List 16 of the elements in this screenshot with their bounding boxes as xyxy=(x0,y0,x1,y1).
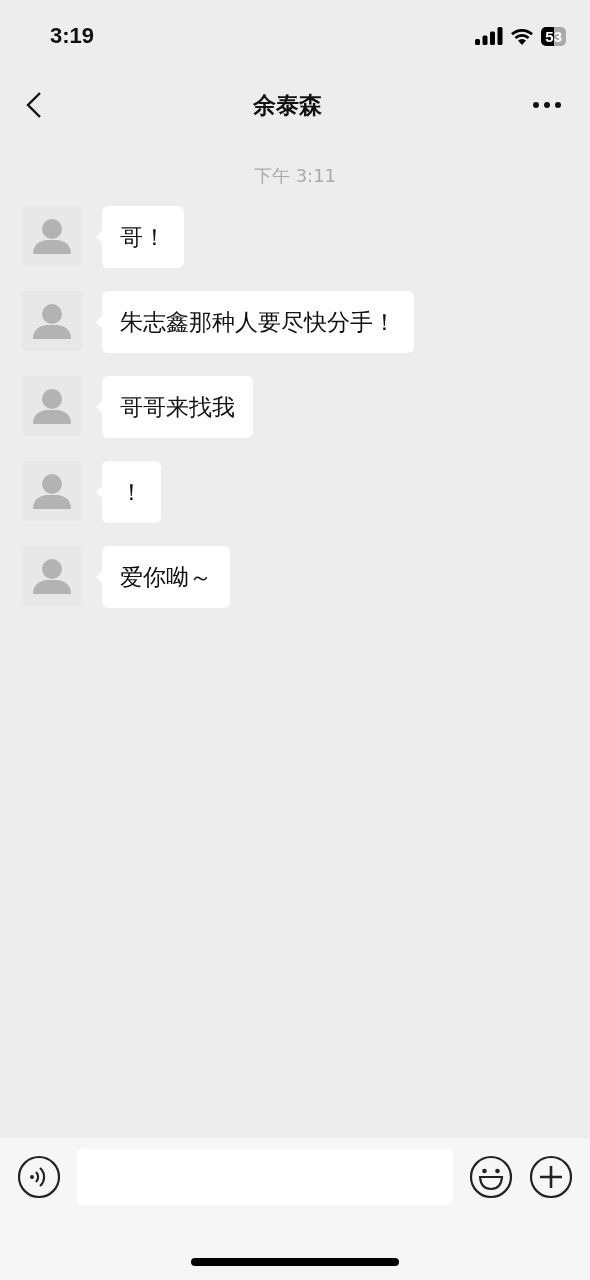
back-icon[interactable] xyxy=(26,91,42,119)
emoji-icon[interactable] xyxy=(469,1155,513,1199)
message-bubble: ！ xyxy=(96,461,161,523)
signal-icon xyxy=(475,27,504,45)
message-bubble: 哥！ xyxy=(96,206,184,268)
add-icon[interactable] xyxy=(529,1155,573,1199)
message-bubble: 哥哥来找我 xyxy=(96,376,253,438)
message-bubble: 朱志鑫那种人要尽快分手！ xyxy=(96,291,414,353)
chat-title: 余泰森 xyxy=(252,90,322,120)
message-timestamp: 下午 3:11 xyxy=(252,164,338,188)
wifi-icon xyxy=(510,27,535,45)
voice-icon[interactable] xyxy=(17,1155,61,1199)
status-time: 3:19 xyxy=(50,23,95,49)
more-icon[interactable] xyxy=(532,101,562,109)
message-bubble: 爱你呦～ xyxy=(96,546,230,608)
battery-indicator: 53 xyxy=(541,26,566,46)
